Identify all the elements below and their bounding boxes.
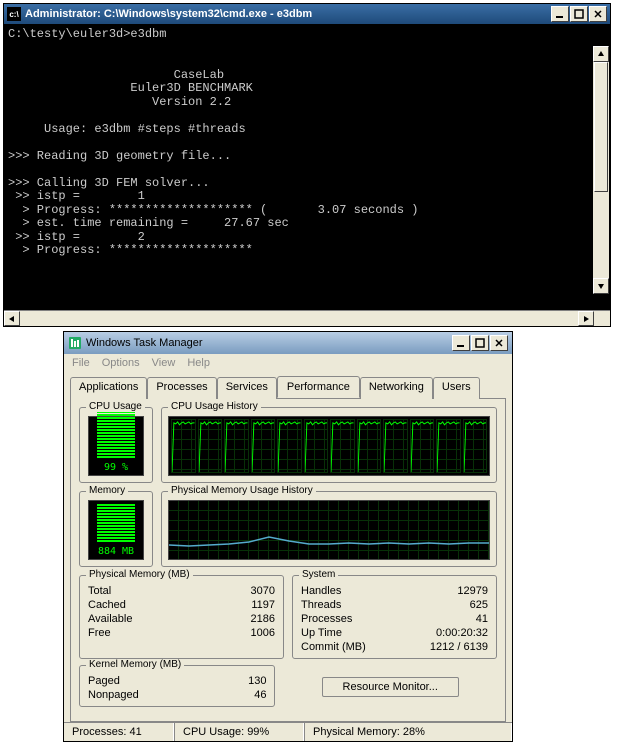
scroll-right-icon[interactable] (578, 311, 594, 326)
sys-handles-k: Handles (301, 584, 341, 598)
mem-history-group: Physical Memory Usage History (161, 491, 497, 567)
tab-applications[interactable]: Applications (70, 377, 147, 399)
pm-cached-v: 1197 (251, 598, 275, 612)
maximize-button[interactable] (471, 335, 489, 351)
sys-commit-k: Commit (MB) (301, 640, 366, 654)
cpu-history-chart (168, 416, 490, 476)
pm-total-k: Total (88, 584, 111, 598)
sys-uptime-k: Up Time (301, 626, 342, 640)
minimize-button[interactable] (551, 6, 569, 22)
tab-users[interactable]: Users (433, 377, 480, 399)
mem-history-chart (168, 500, 490, 560)
sys-uptime-v: 0:00:20:32 (436, 626, 488, 640)
pm-cached-k: Cached (88, 598, 126, 612)
tab-processes[interactable]: Processes (147, 377, 216, 399)
cmd-hscrollbar[interactable] (4, 310, 610, 326)
menu-options[interactable]: Options (102, 357, 140, 369)
tab-row: Applications Processes Services Performa… (70, 376, 506, 398)
tab-services[interactable]: Services (217, 377, 277, 399)
memory-meter: 884 MB (88, 500, 144, 560)
pm-total-v: 3070 (251, 584, 275, 598)
close-button[interactable] (589, 6, 607, 22)
tm-title: Windows Task Manager (86, 337, 452, 349)
pm-available-v: 2186 (251, 612, 275, 626)
close-button[interactable] (490, 335, 508, 351)
cmd-output: C:\testy\euler3d>e3dbm CaseLab Euler3D B… (4, 24, 610, 310)
menu-help[interactable]: Help (187, 357, 210, 369)
cpu-usage-label: CPU Usage (86, 401, 145, 412)
cpu-usage-group: CPU Usage 99 % (79, 407, 153, 483)
kernel-mem-label: Kernel Memory (MB) (86, 659, 184, 670)
cmd-icon: c:\ (7, 7, 21, 21)
cpu-usage-meter: 99 % (88, 416, 144, 476)
cpu-history-group: CPU Usage History (161, 407, 497, 483)
pm-available-k: Available (88, 612, 132, 626)
cpu-usage-value: 99 % (104, 462, 128, 473)
system-label: System (299, 569, 338, 580)
sys-commit-v: 1212 / 6139 (430, 640, 488, 654)
cmd-title: Administrator: C:\Windows\system32\cmd.e… (25, 8, 551, 20)
memory-group: Memory 884 MB (79, 491, 153, 567)
task-manager-icon (68, 336, 82, 350)
cpu-history-label: CPU Usage History (168, 401, 261, 412)
phys-mem-label: Physical Memory (MB) (86, 569, 193, 580)
memory-label: Memory (86, 485, 128, 496)
status-bar: Processes: 41 CPU Usage: 99% Physical Me… (64, 722, 512, 741)
scroll-down-icon[interactable] (593, 278, 609, 294)
status-processes: Processes: 41 (64, 723, 174, 741)
mem-history-label: Physical Memory Usage History (168, 485, 316, 496)
cmd-titlebar[interactable]: c:\ Administrator: C:\Windows\system32\c… (4, 4, 610, 24)
scroll-up-icon[interactable] (593, 46, 609, 62)
km-paged-v: 130 (248, 674, 266, 688)
minimize-button[interactable] (452, 335, 470, 351)
km-paged-k: Paged (88, 674, 120, 688)
tm-titlebar[interactable]: Windows Task Manager (64, 332, 512, 354)
sys-processes-k: Processes (301, 612, 352, 626)
performance-panel: CPU Usage 99 % CPU Usage History Memory (70, 398, 506, 722)
tab-performance[interactable]: Performance (277, 376, 360, 398)
km-nonpaged-k: Nonpaged (88, 688, 139, 702)
sys-threads-k: Threads (301, 598, 341, 612)
km-nonpaged-v: 46 (254, 688, 266, 702)
memory-value: 884 MB (98, 546, 134, 557)
menu-bar: File Options View Help (64, 354, 512, 372)
cmd-vscrollbar[interactable] (593, 46, 609, 294)
maximize-button[interactable] (570, 6, 588, 22)
physical-memory-group: Physical Memory (MB) Total3070 Cached119… (79, 575, 284, 659)
task-manager-window: Windows Task Manager File Options View H… (63, 331, 513, 742)
sys-processes-v: 41 (476, 612, 488, 626)
status-cpu: CPU Usage: 99% (174, 723, 304, 741)
sys-handles-v: 12979 (457, 584, 488, 598)
scroll-left-icon[interactable] (4, 311, 20, 326)
pm-free-k: Free (88, 626, 111, 640)
kernel-memory-group: Kernel Memory (MB) Paged130 Nonpaged46 (79, 665, 275, 707)
sys-threads-v: 625 (470, 598, 488, 612)
system-group: System Handles12979 Threads625 Processes… (292, 575, 497, 659)
menu-file[interactable]: File (72, 357, 90, 369)
tab-networking[interactable]: Networking (360, 377, 433, 399)
cmd-window: c:\ Administrator: C:\Windows\system32\c… (3, 3, 611, 327)
pm-free-v: 1006 (251, 626, 275, 640)
status-memory: Physical Memory: 28% (304, 723, 512, 741)
menu-view[interactable]: View (152, 357, 176, 369)
resource-monitor-button[interactable]: Resource Monitor... (322, 677, 459, 697)
